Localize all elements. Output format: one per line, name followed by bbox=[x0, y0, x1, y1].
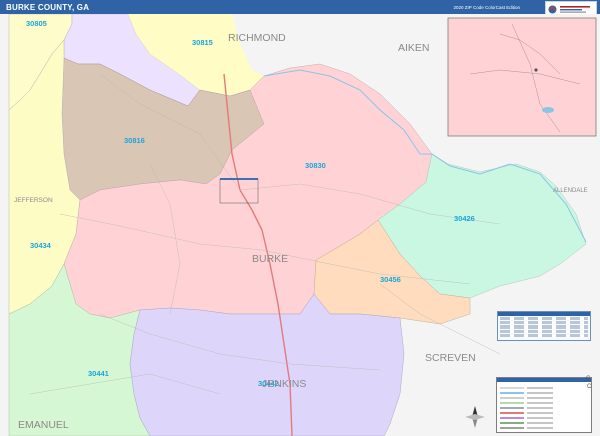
legend-swatch bbox=[500, 417, 524, 419]
county-label-screven: SCREVEN bbox=[425, 352, 476, 364]
zip-locator-header bbox=[498, 312, 590, 316]
compass-icon bbox=[464, 405, 486, 429]
zip-label-30434: 30434 bbox=[30, 241, 52, 250]
legend-swatch bbox=[500, 402, 524, 404]
svg-text:C: C bbox=[586, 376, 591, 382]
legend-swatch bbox=[500, 427, 524, 429]
svg-text:C: C bbox=[587, 384, 592, 390]
county-label-jefferson: JEFFERSON bbox=[14, 197, 53, 204]
map-header: BURKE COUNTY, GA 2020 ZIP Code ColorCast… bbox=[0, 0, 600, 14]
zip-label-30816: 30816 bbox=[124, 136, 145, 145]
legend-swatch bbox=[500, 397, 524, 399]
waynesboro-bar bbox=[220, 178, 258, 180]
county-map[interactable]: 30805 30815 30816 30830 30426 30434 3045… bbox=[0, 14, 600, 436]
zip-label-30426: 30426 bbox=[454, 214, 475, 223]
zip-label-30805: 30805 bbox=[26, 19, 47, 28]
county-label-jenkins: JENKINS bbox=[262, 378, 306, 390]
county-label-aiken: AIKEN bbox=[398, 42, 430, 54]
zip-locator-row bbox=[500, 321, 588, 325]
legend-swatch bbox=[500, 412, 524, 414]
zip-label-30441: 30441 bbox=[88, 369, 109, 378]
zip-locator-table bbox=[497, 311, 591, 341]
map-legend bbox=[496, 377, 592, 433]
county-label-emanuel: EMANUEL bbox=[18, 419, 69, 431]
inset-map[interactable] bbox=[447, 17, 597, 137]
legend-swatch bbox=[500, 387, 524, 389]
zip-locator-row bbox=[500, 333, 588, 337]
zip-label-30830: 30830 bbox=[305, 161, 326, 170]
zip-locator-row bbox=[500, 325, 588, 329]
city-legend-icon: CC bbox=[586, 373, 597, 391]
map-legend-header bbox=[497, 378, 591, 382]
mapping-logo-icon bbox=[548, 5, 557, 14]
county-label-allendale: ALLENDALE bbox=[553, 188, 588, 194]
edition-label: 2020 ZIP Code ColorCast Edition bbox=[453, 4, 520, 10]
zip-label-30815: 30815 bbox=[192, 38, 213, 47]
map-title: BURKE COUNTY, GA bbox=[6, 2, 90, 12]
county-label-richmond: RICHMOND bbox=[228, 32, 286, 44]
zip-locator-row bbox=[500, 317, 588, 321]
zip-area-30442[interactable] bbox=[129, 293, 405, 436]
legend-swatch bbox=[500, 422, 524, 424]
legend-swatch bbox=[500, 407, 524, 409]
zip-label-30456: 30456 bbox=[380, 275, 401, 284]
legend-swatch bbox=[500, 392, 524, 394]
zip-locator-row bbox=[500, 329, 588, 333]
county-label-burke: BURKE bbox=[252, 253, 288, 265]
